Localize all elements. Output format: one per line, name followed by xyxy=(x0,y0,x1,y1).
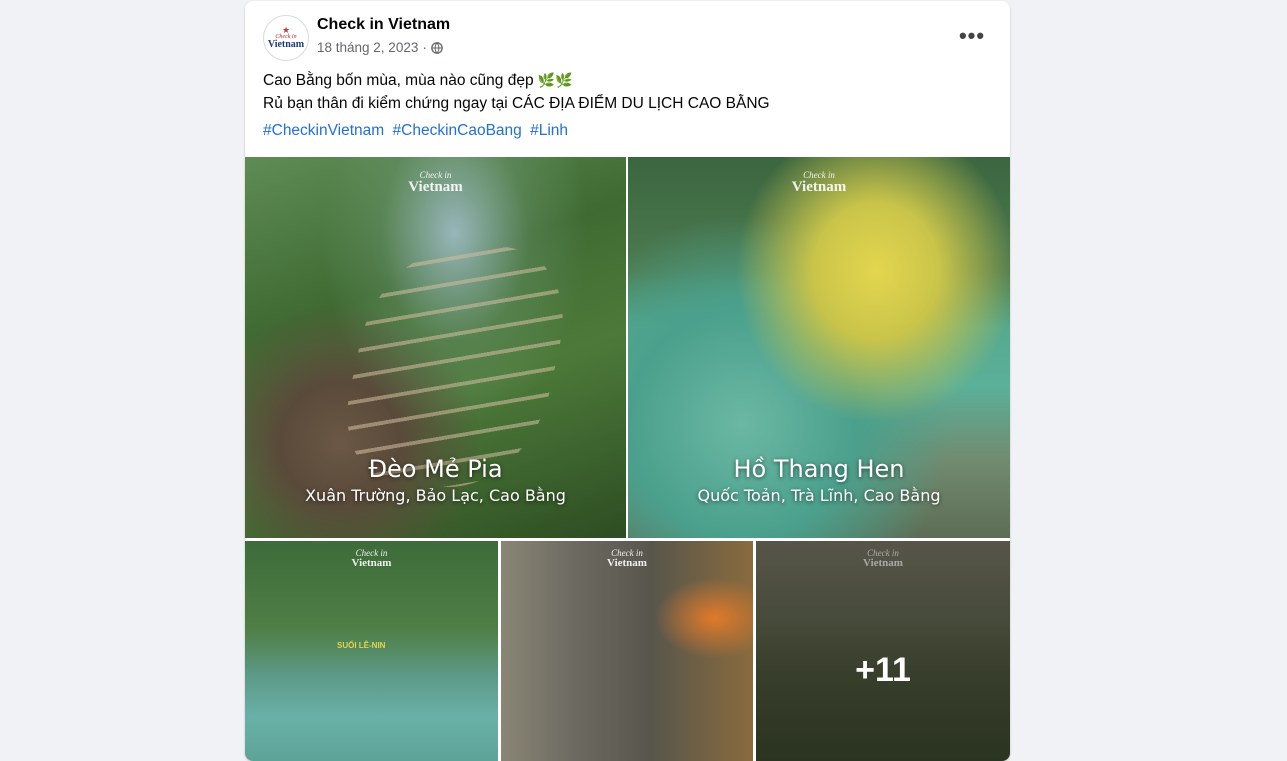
star-icon: ★ xyxy=(281,25,291,35)
hashtags: #CheckinVietnam #CheckinCaoBang #Linh xyxy=(263,122,572,140)
post-meta: 18 tháng 2, 2023 · xyxy=(317,40,443,55)
meta-separator: · xyxy=(422,40,427,55)
watermark-logo: Check in Vietnam xyxy=(607,548,647,570)
photo-sign: SUỐI LÊ-NIN xyxy=(337,641,386,650)
watermark-logo: Check in Vietnam xyxy=(351,548,392,570)
watermark-logo: Check in Vietnam xyxy=(408,170,463,196)
post-text: Cao Bằng bốn mùa, mùa nào cũng đẹp 🌿🌿 Rủ… xyxy=(263,69,770,115)
photo-title: Đèo Mẻ Pia xyxy=(368,455,503,483)
page-name[interactable]: Check in Vietnam xyxy=(317,16,450,34)
hashtag-link[interactable]: #Linh xyxy=(530,122,568,139)
post-text-line-1: Cao Bằng bốn mùa, mùa nào cũng đẹp 🌿🌿 xyxy=(263,72,573,89)
photo-subtitle: Xuân Trường, Bảo Lạc, Cao Bằng xyxy=(305,486,566,505)
more-options-button[interactable]: ••• xyxy=(954,21,990,51)
post-date[interactable]: 18 tháng 2, 2023 xyxy=(317,40,418,55)
road-decoration xyxy=(329,247,581,487)
globe-icon[interactable] xyxy=(430,41,443,54)
photo-more[interactable]: Check in Vietnam +11 xyxy=(756,541,1010,761)
page-avatar[interactable]: ★ Check in Vietnam xyxy=(263,15,309,61)
photo-suoi-le-nin[interactable]: Check in Vietnam SUỐI LÊ-NIN xyxy=(245,541,498,761)
hashtag-link[interactable]: #CheckinVietnam xyxy=(263,122,384,139)
photo-village[interactable]: Check in Vietnam xyxy=(501,541,753,761)
photo-subtitle: Quốc Toản, Trà Lĩnh, Cao Bằng xyxy=(697,486,941,505)
post-text-line-2: Rủ bạn thân đi kiểm chứng ngay tại CÁC Đ… xyxy=(263,95,770,112)
avatar-logo-main: Vietnam xyxy=(267,39,305,50)
photo-title: Hồ Thang Hen xyxy=(733,455,905,483)
more-photos-count[interactable]: +11 xyxy=(756,651,1010,690)
herb-emoji-icon: 🌿🌿 xyxy=(537,72,573,88)
post-card: ★ Check in Vietnam Check in Vietnam 18 t… xyxy=(245,1,1010,761)
photo-ho-thang-hen[interactable]: Check in Vietnam Hồ Thang Hen Quốc Toản,… xyxy=(628,157,1010,538)
watermark-logo: Check in Vietnam xyxy=(791,170,847,196)
photo-deo-me-pia[interactable]: Check in Vietnam Đèo Mẻ Pia Xuân Trường,… xyxy=(245,157,626,538)
hashtag-link[interactable]: #CheckinCaoBang xyxy=(393,122,522,139)
three-dots-icon: ••• xyxy=(958,23,986,48)
